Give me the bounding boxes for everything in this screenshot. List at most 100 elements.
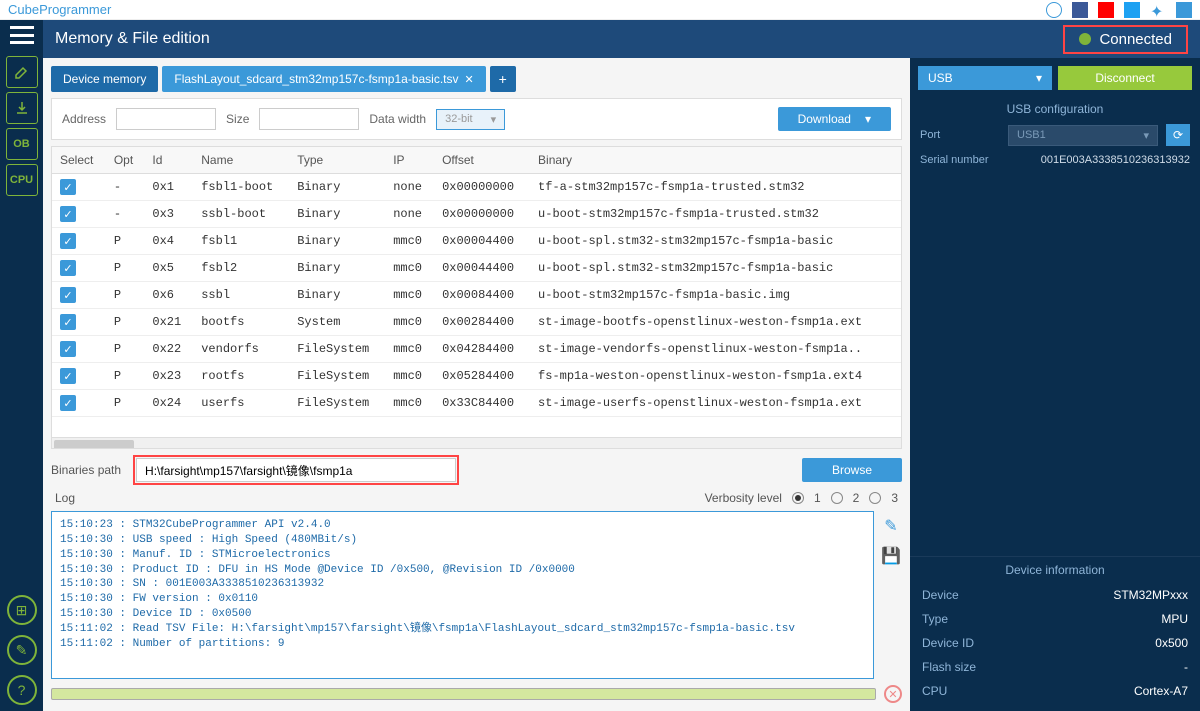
binpath-label: Binaries path [51, 463, 121, 477]
tab-flashlayout[interactable]: FlashLayout_sdcard_stm32mp157c-fsmp1a-ba… [162, 66, 485, 92]
binpath-input[interactable] [136, 458, 455, 482]
close-icon[interactable]: ✕ [465, 73, 474, 86]
add-tab-button[interactable]: + [490, 66, 516, 92]
globe-icon[interactable] [1046, 2, 1062, 18]
checkbox[interactable]: ✓ [60, 314, 76, 330]
verbosity-2-radio[interactable] [831, 492, 843, 504]
youtube-icon[interactable] [1098, 2, 1114, 18]
left-rail: OB CPU ⊞ ✎ ? [0, 20, 43, 711]
info-row: Device ID0x500 [910, 631, 1200, 655]
clear-log-icon[interactable]: ✎ [880, 515, 902, 537]
refresh-button[interactable]: ⟳ [1166, 124, 1190, 146]
table-row[interactable]: ✓ P0x22vendorfsFileSystemmmc00x04284400s… [52, 336, 901, 363]
info-row: Flash size- [910, 655, 1200, 679]
progress-row: ✕ [51, 685, 902, 703]
connection-type-select[interactable]: USB▾ [918, 66, 1052, 90]
ob-button[interactable]: OB [6, 128, 38, 160]
tab-device-memory[interactable]: Device memory [51, 66, 158, 92]
datawidth-label: Data width [369, 112, 426, 126]
chip-icon[interactable]: ⊞ [7, 595, 37, 625]
col-header: Name [193, 147, 289, 174]
checkbox[interactable]: ✓ [60, 206, 76, 222]
verbosity-1-radio[interactable] [792, 492, 804, 504]
port-select[interactable]: USB1▾ [1008, 125, 1158, 146]
tabs-row: Device memory FlashLayout_sdcard_stm32mp… [51, 66, 902, 92]
share-icon[interactable]: ✦ [1150, 2, 1166, 18]
table-row[interactable]: ✓ P0x21bootfsSystemmmc00x00284400st-imag… [52, 309, 901, 336]
log-header: Log Verbosity level 1 2 3 [51, 491, 902, 505]
facebook-icon[interactable] [1072, 2, 1088, 18]
col-header: Id [144, 147, 193, 174]
table-row[interactable]: ✓ P0x23rootfsFileSystemmmc00x05284400fs-… [52, 363, 901, 390]
col-header: Binary [530, 147, 901, 174]
datawidth-select[interactable]: 32-bit▾ [436, 109, 505, 130]
chevron-down-icon: ▾ [491, 113, 497, 126]
col-header: Offset [434, 147, 530, 174]
download-button[interactable] [6, 92, 38, 124]
config-title: USB configuration [910, 98, 1200, 120]
verbosity-3-radio[interactable] [869, 492, 881, 504]
right-panel: USB▾ Disconnect USB configuration Port U… [910, 58, 1200, 711]
chevron-down-icon: ▾ [1036, 71, 1042, 85]
horizontal-scrollbar[interactable] [52, 437, 901, 449]
binaries-path-row: Binaries path Browse [51, 455, 902, 485]
verbosity-label: Verbosity level [705, 491, 782, 505]
params-row: Address Size Data width 32-bit▾ Download… [51, 98, 902, 140]
cpu-button[interactable]: CPU [6, 164, 38, 196]
verbosity-group: Verbosity level 1 2 3 [705, 491, 898, 505]
serial-label: Serial number [920, 154, 1000, 166]
erase-icon[interactable]: ✎ [7, 635, 37, 665]
cancel-button[interactable]: ✕ [884, 685, 902, 703]
table-row[interactable]: ✓ P0x4fsbl1Binarymmc00x00004400u-boot-sp… [52, 228, 901, 255]
checkbox[interactable]: ✓ [60, 260, 76, 276]
twitter-icon[interactable] [1124, 2, 1140, 18]
save-log-icon[interactable]: 💾 [880, 545, 902, 567]
app-title: CubeProgrammer [8, 2, 111, 17]
size-input[interactable] [259, 108, 359, 130]
title-bar: Memory & File edition Connected [43, 20, 1200, 58]
device-info-title: Device information [910, 556, 1200, 583]
connection-status: Connected [1099, 31, 1172, 48]
col-header: IP [385, 147, 434, 174]
st-logo-icon[interactable] [1176, 2, 1192, 18]
table-row[interactable]: ✓ -0x3ssbl-bootBinarynone0x00000000u-boo… [52, 201, 901, 228]
table-row[interactable]: ✓ P0x24userfsFileSystemmmc00x33C84400st-… [52, 390, 901, 417]
progress-bar [51, 688, 876, 700]
info-row: DeviceSTM32MPxxx [910, 583, 1200, 607]
col-header: Type [289, 147, 385, 174]
address-label: Address [62, 112, 106, 126]
top-strip: CubeProgrammer ✦ [0, 0, 1200, 20]
download-button[interactable]: Download▾ [778, 107, 891, 131]
serial-value: 001E003A3338510236313932 [1041, 154, 1190, 166]
help-icon[interactable]: ? [7, 675, 37, 705]
log-output[interactable]: 15:10:23 : STM32CubeProgrammer API v2.4.… [51, 511, 874, 679]
port-label: Port [920, 129, 1000, 141]
page-title: Memory & File edition [55, 30, 210, 48]
chevron-down-icon: ▾ [1143, 129, 1149, 142]
col-header: Select [52, 147, 106, 174]
log-label: Log [55, 491, 75, 505]
table-row[interactable]: ✓ P0x6ssblBinarymmc00x00084400u-boot-stm… [52, 282, 901, 309]
checkbox[interactable]: ✓ [60, 395, 76, 411]
status-dot-icon [1079, 33, 1091, 45]
table-row[interactable]: ✓ P0x5fsbl2Binarymmc00x00044400u-boot-sp… [52, 255, 901, 282]
social-icons: ✦ [1046, 2, 1192, 18]
chevron-down-icon: ▾ [865, 112, 871, 126]
checkbox[interactable]: ✓ [60, 287, 76, 303]
checkbox[interactable]: ✓ [60, 179, 76, 195]
info-row: CPUCortex-A7 [910, 679, 1200, 703]
size-label: Size [226, 112, 249, 126]
connection-badge: Connected [1063, 25, 1188, 54]
info-row: TypeMPU [910, 607, 1200, 631]
checkbox[interactable]: ✓ [60, 233, 76, 249]
edit-button[interactable] [6, 56, 38, 88]
address-input[interactable] [116, 108, 216, 130]
menu-icon[interactable] [10, 26, 34, 44]
disconnect-button[interactable]: Disconnect [1058, 66, 1192, 90]
flash-table: SelectOptIdNameTypeIPOffsetBinary ✓ -0x1… [51, 146, 902, 449]
checkbox[interactable]: ✓ [60, 341, 76, 357]
table-row[interactable]: ✓ -0x1fsbl1-bootBinarynone0x00000000tf-a… [52, 174, 901, 201]
checkbox[interactable]: ✓ [60, 368, 76, 384]
col-header: Opt [106, 147, 145, 174]
browse-button[interactable]: Browse [802, 458, 902, 482]
